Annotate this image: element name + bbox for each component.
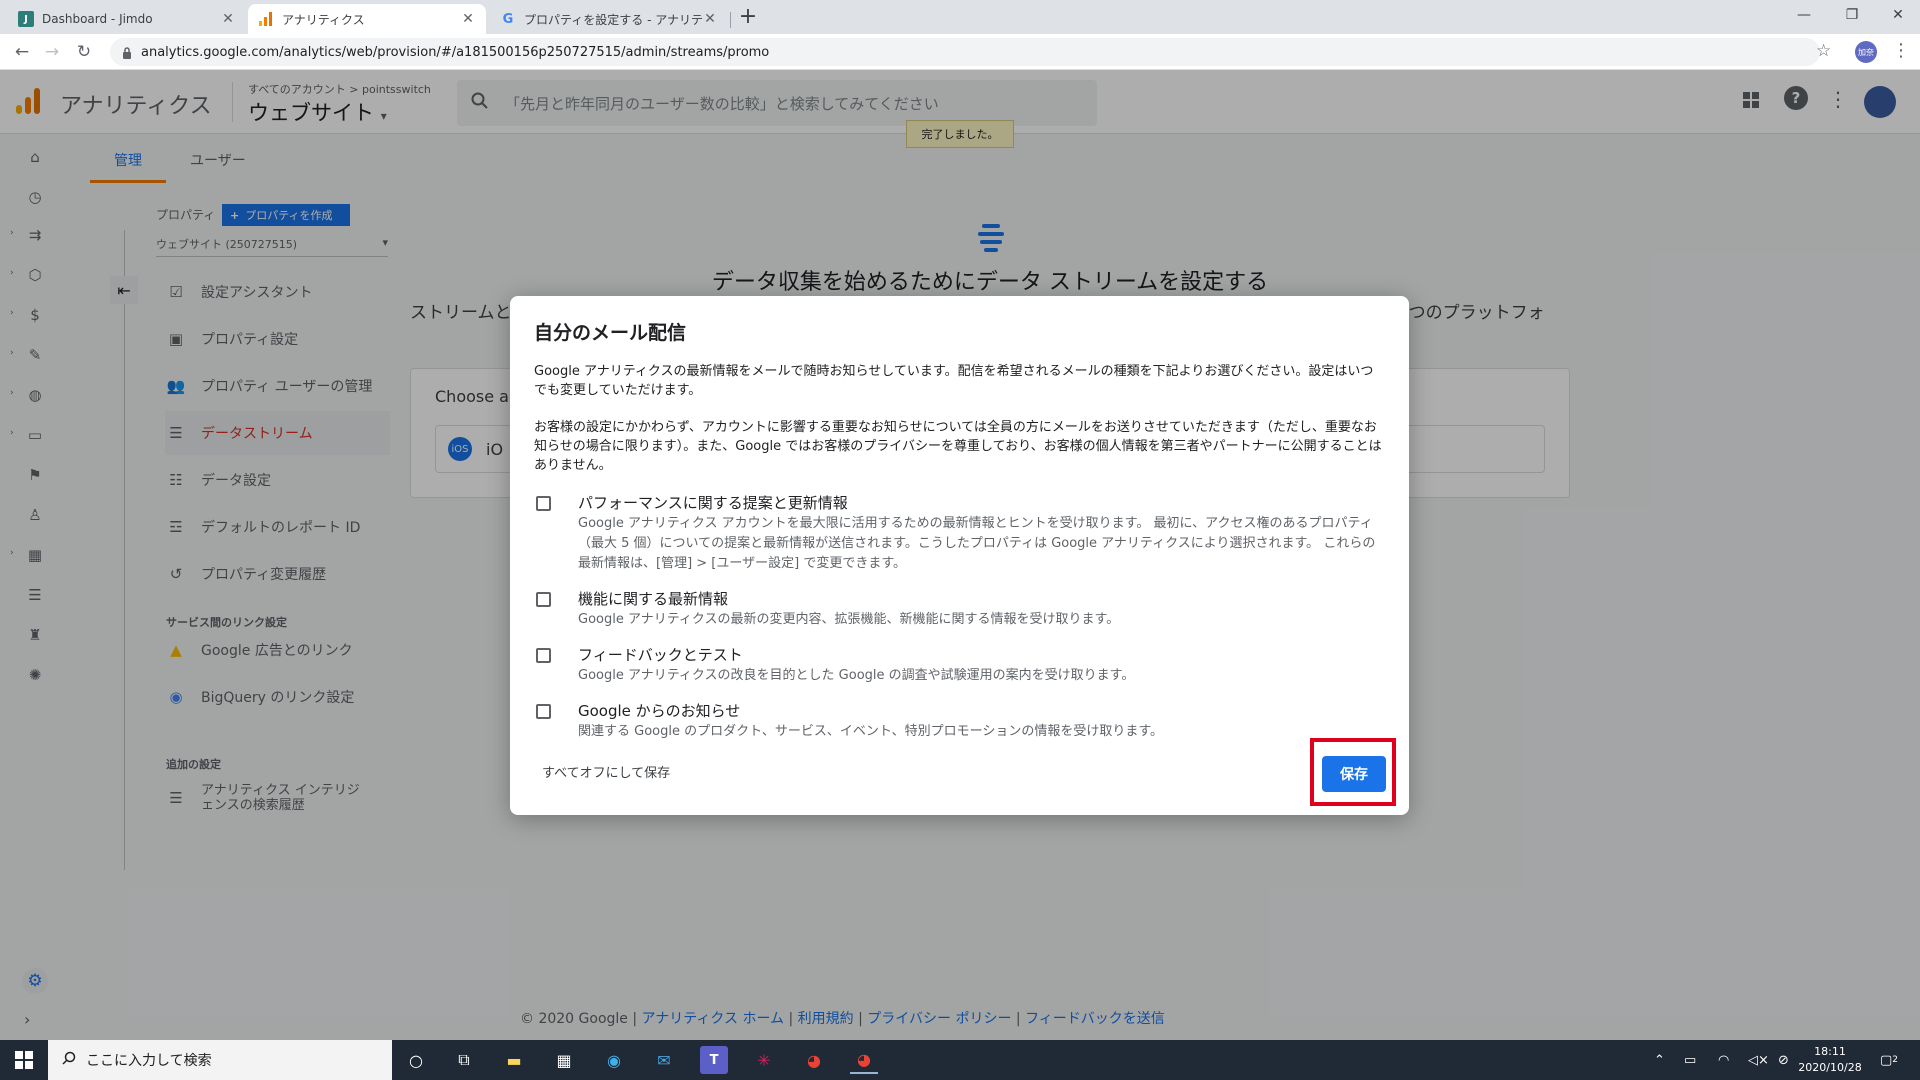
profile-avatar[interactable]: 加奈 <box>1855 41 1877 63</box>
clock-time: 18:11 <box>1814 1045 1846 1058</box>
clock-date: 2020/10/28 <box>1798 1061 1862 1074</box>
browser-tab-property-setup[interactable]: G プロパティを設定する - アナリティクス ✕ <box>490 4 728 34</box>
option-label: 機能に関する最新情報 <box>578 590 729 608</box>
turn-off-all-and-save-button[interactable]: すべてオフにして保存 <box>542 762 670 781</box>
taskbar-search-placeholder: ここに入力して検索 <box>86 1053 212 1069</box>
annotation-highlight-box <box>1310 738 1396 806</box>
browser-tab-strip: J Dashboard - Jimdo ✕ アナリティクス ✕ G プロパティを… <box>0 0 1920 34</box>
option-label: パフォーマンスに関する提案と更新情報 <box>578 494 848 512</box>
taskbar-clock[interactable]: 18:11 2020/10/28 <box>1790 1044 1870 1076</box>
close-tab-icon[interactable]: ✕ <box>220 11 236 27</box>
close-tab-icon[interactable]: ✕ <box>702 11 718 27</box>
option-description: Google アナリティクスの最新の変更内容、拡張機能、新機能に関する情報を受け… <box>578 612 1120 627</box>
browser-tab-analytics[interactable]: アナリティクス ✕ <box>248 4 486 34</box>
file-explorer-icon[interactable]: ▬ <box>500 1046 528 1074</box>
ime-icon[interactable]: ⊘ <box>1778 1040 1789 1080</box>
browser-tab-jimdo[interactable]: J Dashboard - Jimdo ✕ <box>8 4 246 34</box>
performance-checkbox[interactable] <box>536 496 551 511</box>
option-description: Google アナリティクスの改良を目的とした Google の調査や試験運用の… <box>578 668 1135 683</box>
address-bar[interactable]: analytics.google.com/analytics/web/provi… <box>110 38 1820 66</box>
task-view-icon[interactable]: ⧉ <box>450 1046 478 1074</box>
reload-button[interactable]: ↻ <box>72 40 96 64</box>
jimdo-favicon-icon: J <box>18 11 34 27</box>
tab-divider <box>730 12 731 28</box>
option-description: Google アナリティクス アカウントを最大限に活用するための最新情報とヒント… <box>578 516 1376 571</box>
back-button[interactable]: ← <box>10 40 34 64</box>
email-preferences-dialog: 自分のメール配信 Google アナリティクスの最新情報をメールで随時お知らせし… <box>510 296 1409 815</box>
taskbar-search-box[interactable]: ここに入力して検索 <box>48 1040 392 1080</box>
option-label: Google からのお知らせ <box>578 702 741 720</box>
dialog-intro: Google アナリティクスの最新情報をメールで随時お知らせしています。配信を希… <box>534 364 1374 398</box>
features-checkbox[interactable] <box>536 592 551 607</box>
teams-icon[interactable]: T <box>700 1046 728 1074</box>
google-favicon-icon: G <box>502 11 514 27</box>
search-icon <box>62 1051 76 1069</box>
battery-icon[interactable]: ▭ <box>1684 1040 1696 1080</box>
wifi-icon[interactable]: ◠ <box>1718 1040 1729 1080</box>
close-window-button[interactable]: ✕ <box>1876 0 1920 30</box>
option-description: 関連する Google のプロダクト、サービス、イベント、特別プロモーションの情… <box>578 724 1164 739</box>
option-label: フィードバックとテスト <box>578 646 743 664</box>
store-icon[interactable]: ▦ <box>550 1046 578 1074</box>
browser-toolbar: ← → ↻ analytics.google.com/analytics/web… <box>0 34 1920 70</box>
notification-center-icon[interactable]: ▢ 2 <box>1880 1040 1898 1080</box>
browser-menu-icon[interactable]: ⋮ <box>1892 40 1910 61</box>
windows-taskbar: ここに入力して検索 ○ ⧉ ▬ ▦ ◉ ✉ T ✳ ◕ ◕ ⌃ ▭ ◠ ◁× ⊘… <box>0 1040 1920 1080</box>
tab-title: アナリティクス <box>282 12 365 27</box>
notification-count: 2 <box>1892 1055 1899 1065</box>
cortana-icon[interactable]: ○ <box>402 1046 430 1074</box>
restore-button[interactable]: ❐ <box>1830 0 1874 30</box>
volume-muted-icon[interactable]: ◁× <box>1748 1040 1769 1080</box>
edge-icon[interactable]: ◉ <box>600 1046 628 1074</box>
analytics-favicon-icon <box>258 11 274 27</box>
chrome-icon[interactable]: ◕ <box>800 1046 828 1074</box>
google-news-checkbox[interactable] <box>536 704 551 719</box>
lock-icon <box>122 47 132 59</box>
tray-chevron-icon[interactable]: ⌃ <box>1654 1040 1665 1080</box>
bookmark-star-icon[interactable]: ☆ <box>1816 41 1831 61</box>
windows-start-icon[interactable] <box>0 1040 48 1080</box>
chrome-active-icon[interactable]: ◕ <box>850 1046 878 1074</box>
url-text: analytics.google.com/analytics/web/provi… <box>141 44 770 60</box>
dialog-title: 自分のメール配信 <box>534 322 687 344</box>
feedback-checkbox[interactable] <box>536 648 551 663</box>
new-tab-button[interactable]: + <box>736 4 760 29</box>
close-tab-icon[interactable]: ✕ <box>460 11 476 27</box>
dialog-notice: お客様の設定にかかわらず、アカウントに影響する重要なお知らせについては全員の方に… <box>534 420 1382 473</box>
tab-title: プロパティを設定する - アナリティクス <box>524 12 702 27</box>
slack-icon[interactable]: ✳ <box>750 1046 778 1074</box>
mail-icon[interactable]: ✉ <box>650 1046 678 1074</box>
tab-title: Dashboard - Jimdo <box>42 12 153 26</box>
forward-button[interactable]: → <box>40 40 64 64</box>
minimize-button[interactable]: — <box>1782 0 1826 30</box>
